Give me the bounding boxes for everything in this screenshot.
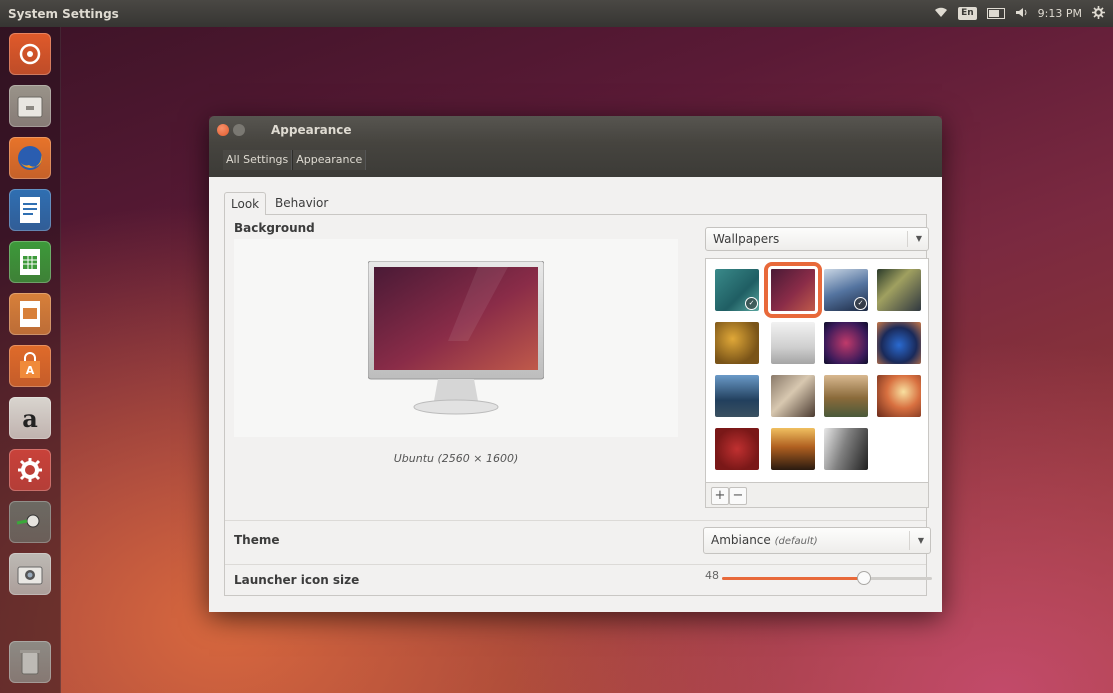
theme-value: Ambiance [711, 533, 771, 547]
wallpaper-grid[interactable]: ✓ ✓ [705, 258, 929, 484]
session-gear-icon[interactable] [1092, 5, 1105, 22]
libreoffice-writer-icon[interactable] [9, 189, 51, 231]
indicator-area: En 9:13 PM [934, 5, 1105, 22]
clock[interactable]: 9:13 PM [1038, 7, 1082, 20]
volume-icon[interactable] [1015, 7, 1028, 21]
launcher-icon-size-slider[interactable] [722, 571, 932, 585]
theme-label: Theme [234, 533, 280, 547]
window-content: Look Behavior Background Ubuntu (2560 × … [209, 177, 942, 612]
wallpaper-thumb[interactable] [824, 322, 868, 364]
tab-behavior[interactable]: Behavior [269, 192, 334, 214]
software-center-icon[interactable]: A [9, 345, 51, 387]
wallpaper-thumb[interactable] [824, 375, 868, 417]
wallpaper-thumb[interactable]: ✓ [824, 269, 868, 311]
wallpaper-thumb[interactable] [771, 428, 815, 470]
top-panel: System Settings En 9:13 PM [0, 0, 1113, 27]
breadcrumb-all-settings[interactable]: All Settings [223, 150, 293, 170]
add-wallpaper-button[interactable]: + [711, 487, 729, 505]
window-titlebar[interactable]: Appearance [209, 116, 942, 143]
chevron-down-icon: ▼ [917, 536, 924, 545]
check-icon: ✓ [745, 297, 758, 310]
app-title: System Settings [8, 6, 119, 21]
wifi-icon[interactable] [934, 7, 948, 21]
combo-separator [907, 231, 908, 247]
breadcrumb: All Settings Appearance [209, 143, 942, 177]
check-icon: ✓ [854, 297, 867, 310]
wallpaper-caption: Ubuntu (2560 × 1600) [393, 452, 519, 465]
monitor-preview-image [368, 261, 544, 415]
wallpaper-thumb[interactable] [877, 375, 921, 417]
wallpaper-thumb[interactable] [771, 322, 815, 364]
wallpaper-thumb[interactable] [715, 322, 759, 364]
battery-icon[interactable] [986, 8, 1005, 19]
system-settings-icon[interactable] [9, 449, 51, 491]
files-icon[interactable] [9, 85, 51, 127]
wallpaper-thumb[interactable]: ✓ [715, 269, 759, 311]
window-title: Appearance [271, 122, 352, 137]
chevron-down-icon: ▼ [915, 234, 922, 243]
camera-icon[interactable] [9, 553, 51, 595]
trash-icon[interactable] [9, 641, 51, 683]
keyboard-layout-indicator[interactable]: En [958, 7, 977, 20]
divider [225, 520, 926, 521]
slider-handle[interactable] [856, 571, 871, 585]
tab-look[interactable]: Look [224, 192, 267, 215]
wallpaper-thumb[interactable] [877, 269, 921, 311]
svg-text:A: A [26, 364, 35, 377]
remove-wallpaper-button[interactable]: − [729, 487, 747, 505]
combo-separator [909, 531, 910, 550]
wallpaper-thumb-selected[interactable] [764, 262, 822, 318]
background-label: Background [234, 221, 315, 235]
appearance-window: Appearance All Settings Appearance Look … [209, 116, 942, 612]
theme-default-note: (default) [774, 536, 818, 547]
slider-fill [722, 577, 863, 580]
theme-select[interactable]: Ambiance (default) ▼ [703, 527, 931, 554]
wallpaper-thumb[interactable] [715, 428, 759, 470]
amazon-glyph: a [22, 403, 38, 433]
wallpaper-thumb[interactable] [771, 375, 815, 417]
launcher-icon-size-label: Launcher icon size [234, 573, 360, 587]
firefox-icon[interactable] [9, 137, 51, 179]
divider [225, 564, 926, 565]
wallpaper-preview [234, 239, 678, 437]
look-tab-panel: Background Ubuntu (2560 × 1600) Wallpape… [224, 214, 932, 596]
wallpaper-source-select[interactable]: Wallpapers ▼ [705, 227, 929, 251]
breadcrumb-appearance[interactable]: Appearance [292, 150, 367, 170]
wallpaper-source-value: Wallpapers [713, 232, 780, 246]
libreoffice-impress-icon[interactable] [9, 293, 51, 335]
minimize-window-button[interactable] [233, 123, 245, 136]
libreoffice-calc-icon[interactable] [9, 241, 51, 283]
dash-home-icon[interactable] [9, 33, 51, 75]
launcher-icon-size-value: 48 [705, 569, 719, 582]
amazon-icon[interactable]: a [9, 397, 51, 439]
wallpaper-thumb[interactable] [877, 322, 921, 364]
wallpaper-thumb[interactable] [824, 428, 868, 470]
close-window-button[interactable] [217, 123, 229, 136]
wallpaper-thumb[interactable] [715, 375, 759, 417]
launcher: A a [0, 27, 61, 693]
wallpaper-toolbar: + − [705, 482, 929, 508]
screenshot-tool-icon[interactable] [9, 501, 51, 543]
